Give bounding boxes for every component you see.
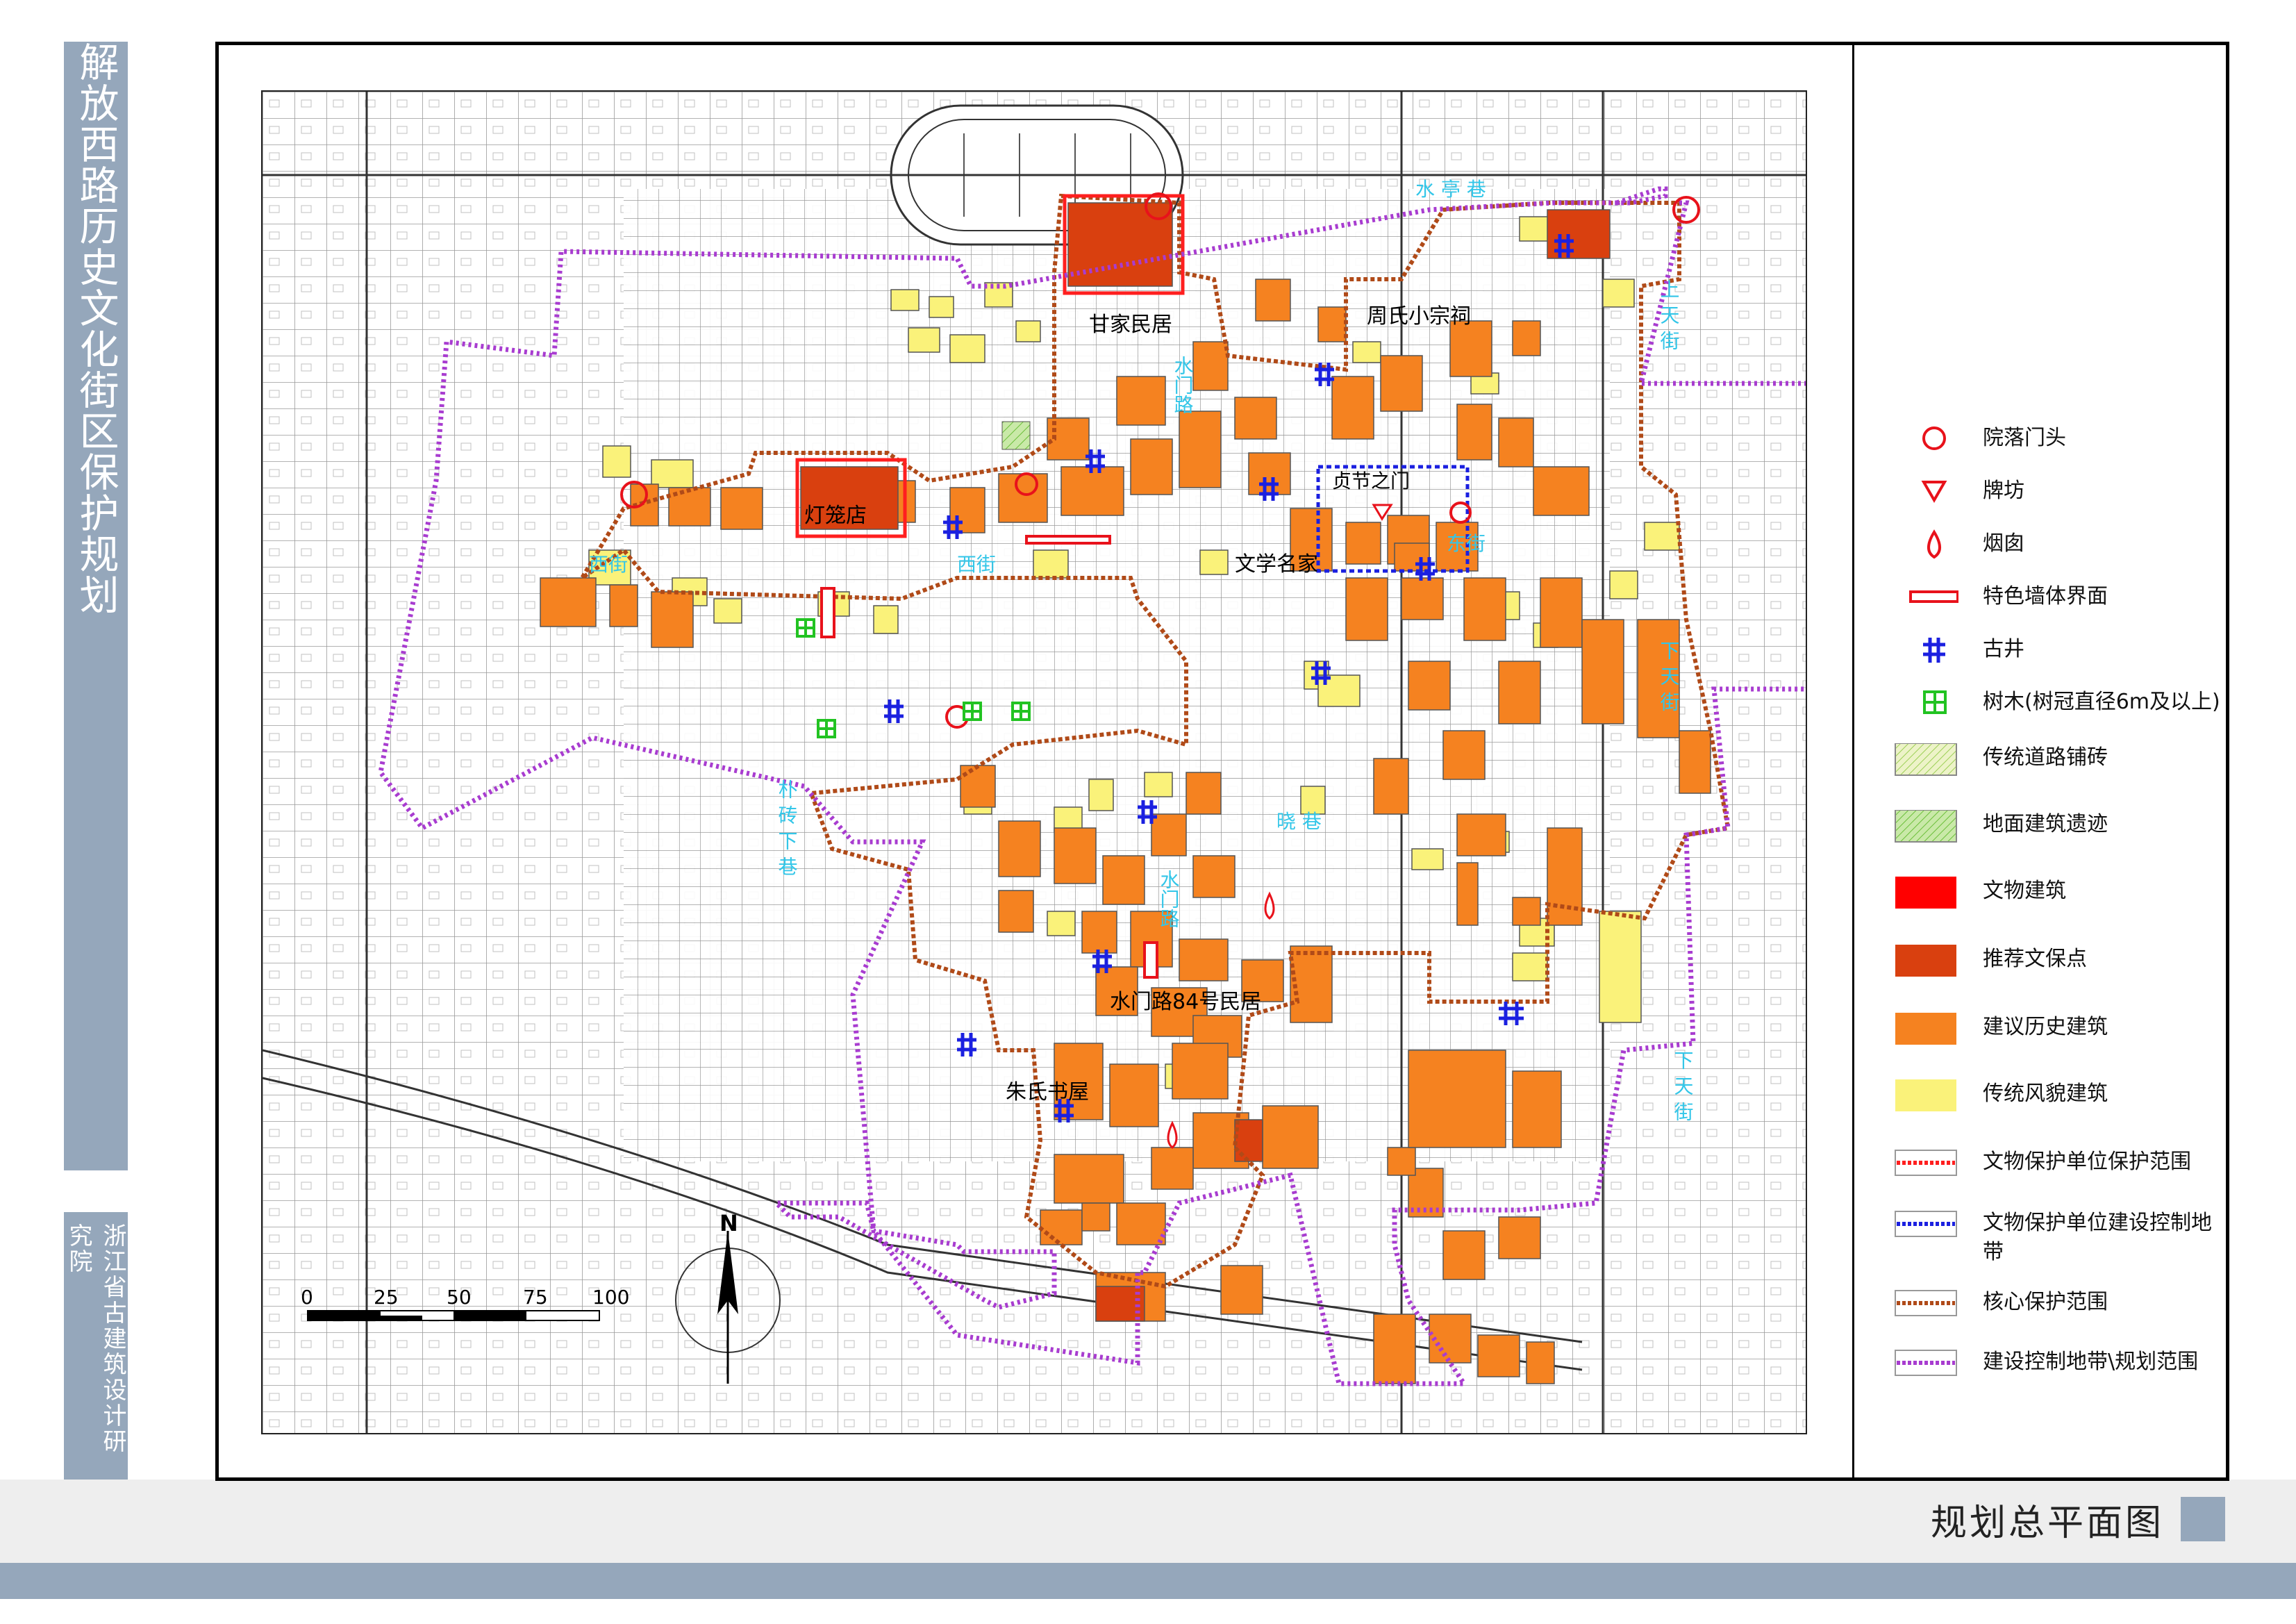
legend-label: 推荐文保点 bbox=[1983, 947, 2087, 971]
org-name: 浙江省古建筑设计研究院 bbox=[65, 1223, 126, 1455]
legend-label: 文物保护单位保护范围 bbox=[1983, 1150, 2191, 1174]
sheet-title: 规划总平面图 bbox=[1930, 1502, 2164, 1544]
legend-item-planning: 建设控制地带\规划范围 bbox=[1892, 1348, 2219, 1403]
hatch-yellowgreen-swatch bbox=[1895, 743, 1957, 776]
blue-dashed-line-icon bbox=[1895, 1211, 1957, 1237]
label-xi-jie: 西街 bbox=[589, 553, 628, 576]
scale-tick-100: 100 bbox=[592, 1286, 629, 1309]
legend-label: 建议历史建筑 bbox=[1983, 1015, 2108, 1039]
legend-item-traditional-style: 传统风貌建筑 bbox=[1892, 1079, 2219, 1135]
orange-swatch bbox=[1895, 1013, 1956, 1045]
scale-tick-75: 75 bbox=[523, 1286, 548, 1309]
label-dong-jie: 东街 bbox=[1447, 532, 1486, 555]
legend-label: 文物建筑 bbox=[1983, 879, 2066, 903]
site-plan-map[interactable]: 甘家民居 周氏小宗祠 灯笼店 贞节之门 文学名家 水门路84号民居 朱氏书屋 水… bbox=[261, 90, 1807, 1434]
darkorange-swatch bbox=[1895, 945, 1956, 977]
label-shuimen-lu-2: 水门路 bbox=[1158, 870, 1181, 928]
triangle-red-icon bbox=[1921, 481, 1947, 504]
purple-dashed-line-icon bbox=[1895, 1350, 1957, 1376]
legend-label: 传统道路铺砖 bbox=[1983, 745, 2108, 770]
legend-item-relic-control: 文物保护单位建设控制地带 bbox=[1892, 1209, 2219, 1264]
legend-item-tree: 树木(树冠直径6m及以上) bbox=[1892, 688, 2220, 743]
legend-label: 古井 bbox=[1983, 637, 2024, 661]
legend-item-ruins: 地面建筑遗迹 bbox=[1892, 810, 2219, 865]
legend-item-proposed-historic: 建议历史建筑 bbox=[1892, 1013, 2219, 1068]
drop-red-icon bbox=[1927, 529, 1941, 559]
legend-label: 院落门头 bbox=[1983, 426, 2066, 450]
legend-label: 地面建筑遗迹 bbox=[1983, 812, 2108, 836]
label-puzhuan-xia-xiang: 朴 砖 下 巷 bbox=[776, 779, 799, 876]
legend-item-well: 古井 bbox=[1892, 635, 2219, 690]
tree-green-icon bbox=[1923, 690, 1947, 714]
legend-label: 烟囱 bbox=[1983, 531, 2024, 556]
legend-label: 传统风貌建筑 bbox=[1983, 1082, 2108, 1106]
legend-item-heritage-building: 文物建筑 bbox=[1892, 877, 2219, 932]
legend-item-core: 核心保护范围 bbox=[1892, 1288, 2219, 1343]
ground-ruins bbox=[1001, 421, 1031, 450]
legend-label: 牌坊 bbox=[1983, 479, 2024, 503]
label-zhoushi: 周氏小宗祠 bbox=[1367, 304, 1471, 329]
label-xi-jie-2: 西街 bbox=[957, 553, 996, 576]
hash-blue-icon bbox=[1923, 638, 1945, 663]
org-band: 浙江省古建筑设计研究院 bbox=[64, 1212, 128, 1480]
label-xia-tian-jie: 下 天 街 bbox=[1658, 640, 1681, 711]
side-title: 解放西路历史文化街区保护规划 bbox=[73, 42, 119, 615]
yellow-swatch bbox=[1895, 1079, 1956, 1111]
legend-item-recommended: 推荐文保点 bbox=[1892, 945, 2219, 1000]
label-zhushi: 朱氏书屋 bbox=[1006, 1080, 1089, 1104]
scale-tick-0: 0 bbox=[301, 1286, 313, 1309]
label-ganjia: 甘家民居 bbox=[1089, 313, 1172, 337]
hatch-green-swatch bbox=[1895, 810, 1957, 843]
label-shuimen84: 水门路84号民居 bbox=[1110, 990, 1261, 1014]
red-dashed-line-icon bbox=[1895, 1150, 1957, 1176]
map-canvas: 甘家民居 周氏小宗祠 灯笼店 贞节之门 文学名家 水门路84号民居 朱氏书屋 水… bbox=[263, 92, 1806, 1433]
label-xiao-xiang: 晓 巷 bbox=[1276, 810, 1322, 833]
legend-label: 核心保护范围 bbox=[1983, 1290, 2108, 1314]
frame-divider bbox=[1852, 42, 1854, 1481]
legend-item-wall: 特色墙体界面 bbox=[1892, 582, 2219, 638]
label-shuiting-xiang: 水 亭 巷 bbox=[1415, 178, 1486, 201]
legend-item-relic-scope: 文物保护单位保护范围 bbox=[1892, 1147, 2219, 1203]
legend-item-paving: 传统道路铺砖 bbox=[1892, 743, 2219, 799]
label-zhenjie: 贞节之门 bbox=[1332, 470, 1410, 492]
legend-item-courtyard-gate: 院落门头 bbox=[1892, 424, 2219, 479]
legend-label: 建设控制地带\规划范围 bbox=[1983, 1350, 2199, 1374]
scale-tick-50: 50 bbox=[447, 1286, 472, 1309]
label-xia-tian-jie-2: 下 天 街 bbox=[1672, 1050, 1695, 1121]
legend-label: 树木(树冠直径6m及以上) bbox=[1983, 690, 2220, 714]
side-title-band: 解放西路历史文化街区保护规划 bbox=[64, 42, 128, 1170]
sheet-square-icon bbox=[2181, 1497, 2225, 1541]
legend-label: 文物保护单位建设控制地带 bbox=[1983, 1211, 2212, 1264]
legend-label: 特色墙体界面 bbox=[1983, 584, 2108, 608]
scale-tick-25: 25 bbox=[374, 1286, 399, 1309]
brown-dashed-line-icon bbox=[1895, 1290, 1957, 1316]
red-swatch bbox=[1895, 877, 1956, 909]
footer-bar bbox=[0, 1563, 2296, 1599]
label-wenxue: 文学名家 bbox=[1235, 552, 1318, 577]
north-label: N bbox=[719, 1210, 738, 1236]
label-shang-tian-jie: 上 天 街 bbox=[1658, 279, 1681, 350]
legend-item-chimney: 烟囱 bbox=[1892, 529, 2219, 585]
label-denglong: 灯笼店 bbox=[804, 504, 867, 528]
label-shuimen-lu: 水门路 bbox=[1172, 356, 1195, 414]
circle-red-icon bbox=[1922, 426, 1946, 450]
legend-item-archway: 牌坊 bbox=[1892, 477, 2219, 532]
rect-red-outline-icon bbox=[1909, 590, 1958, 603]
